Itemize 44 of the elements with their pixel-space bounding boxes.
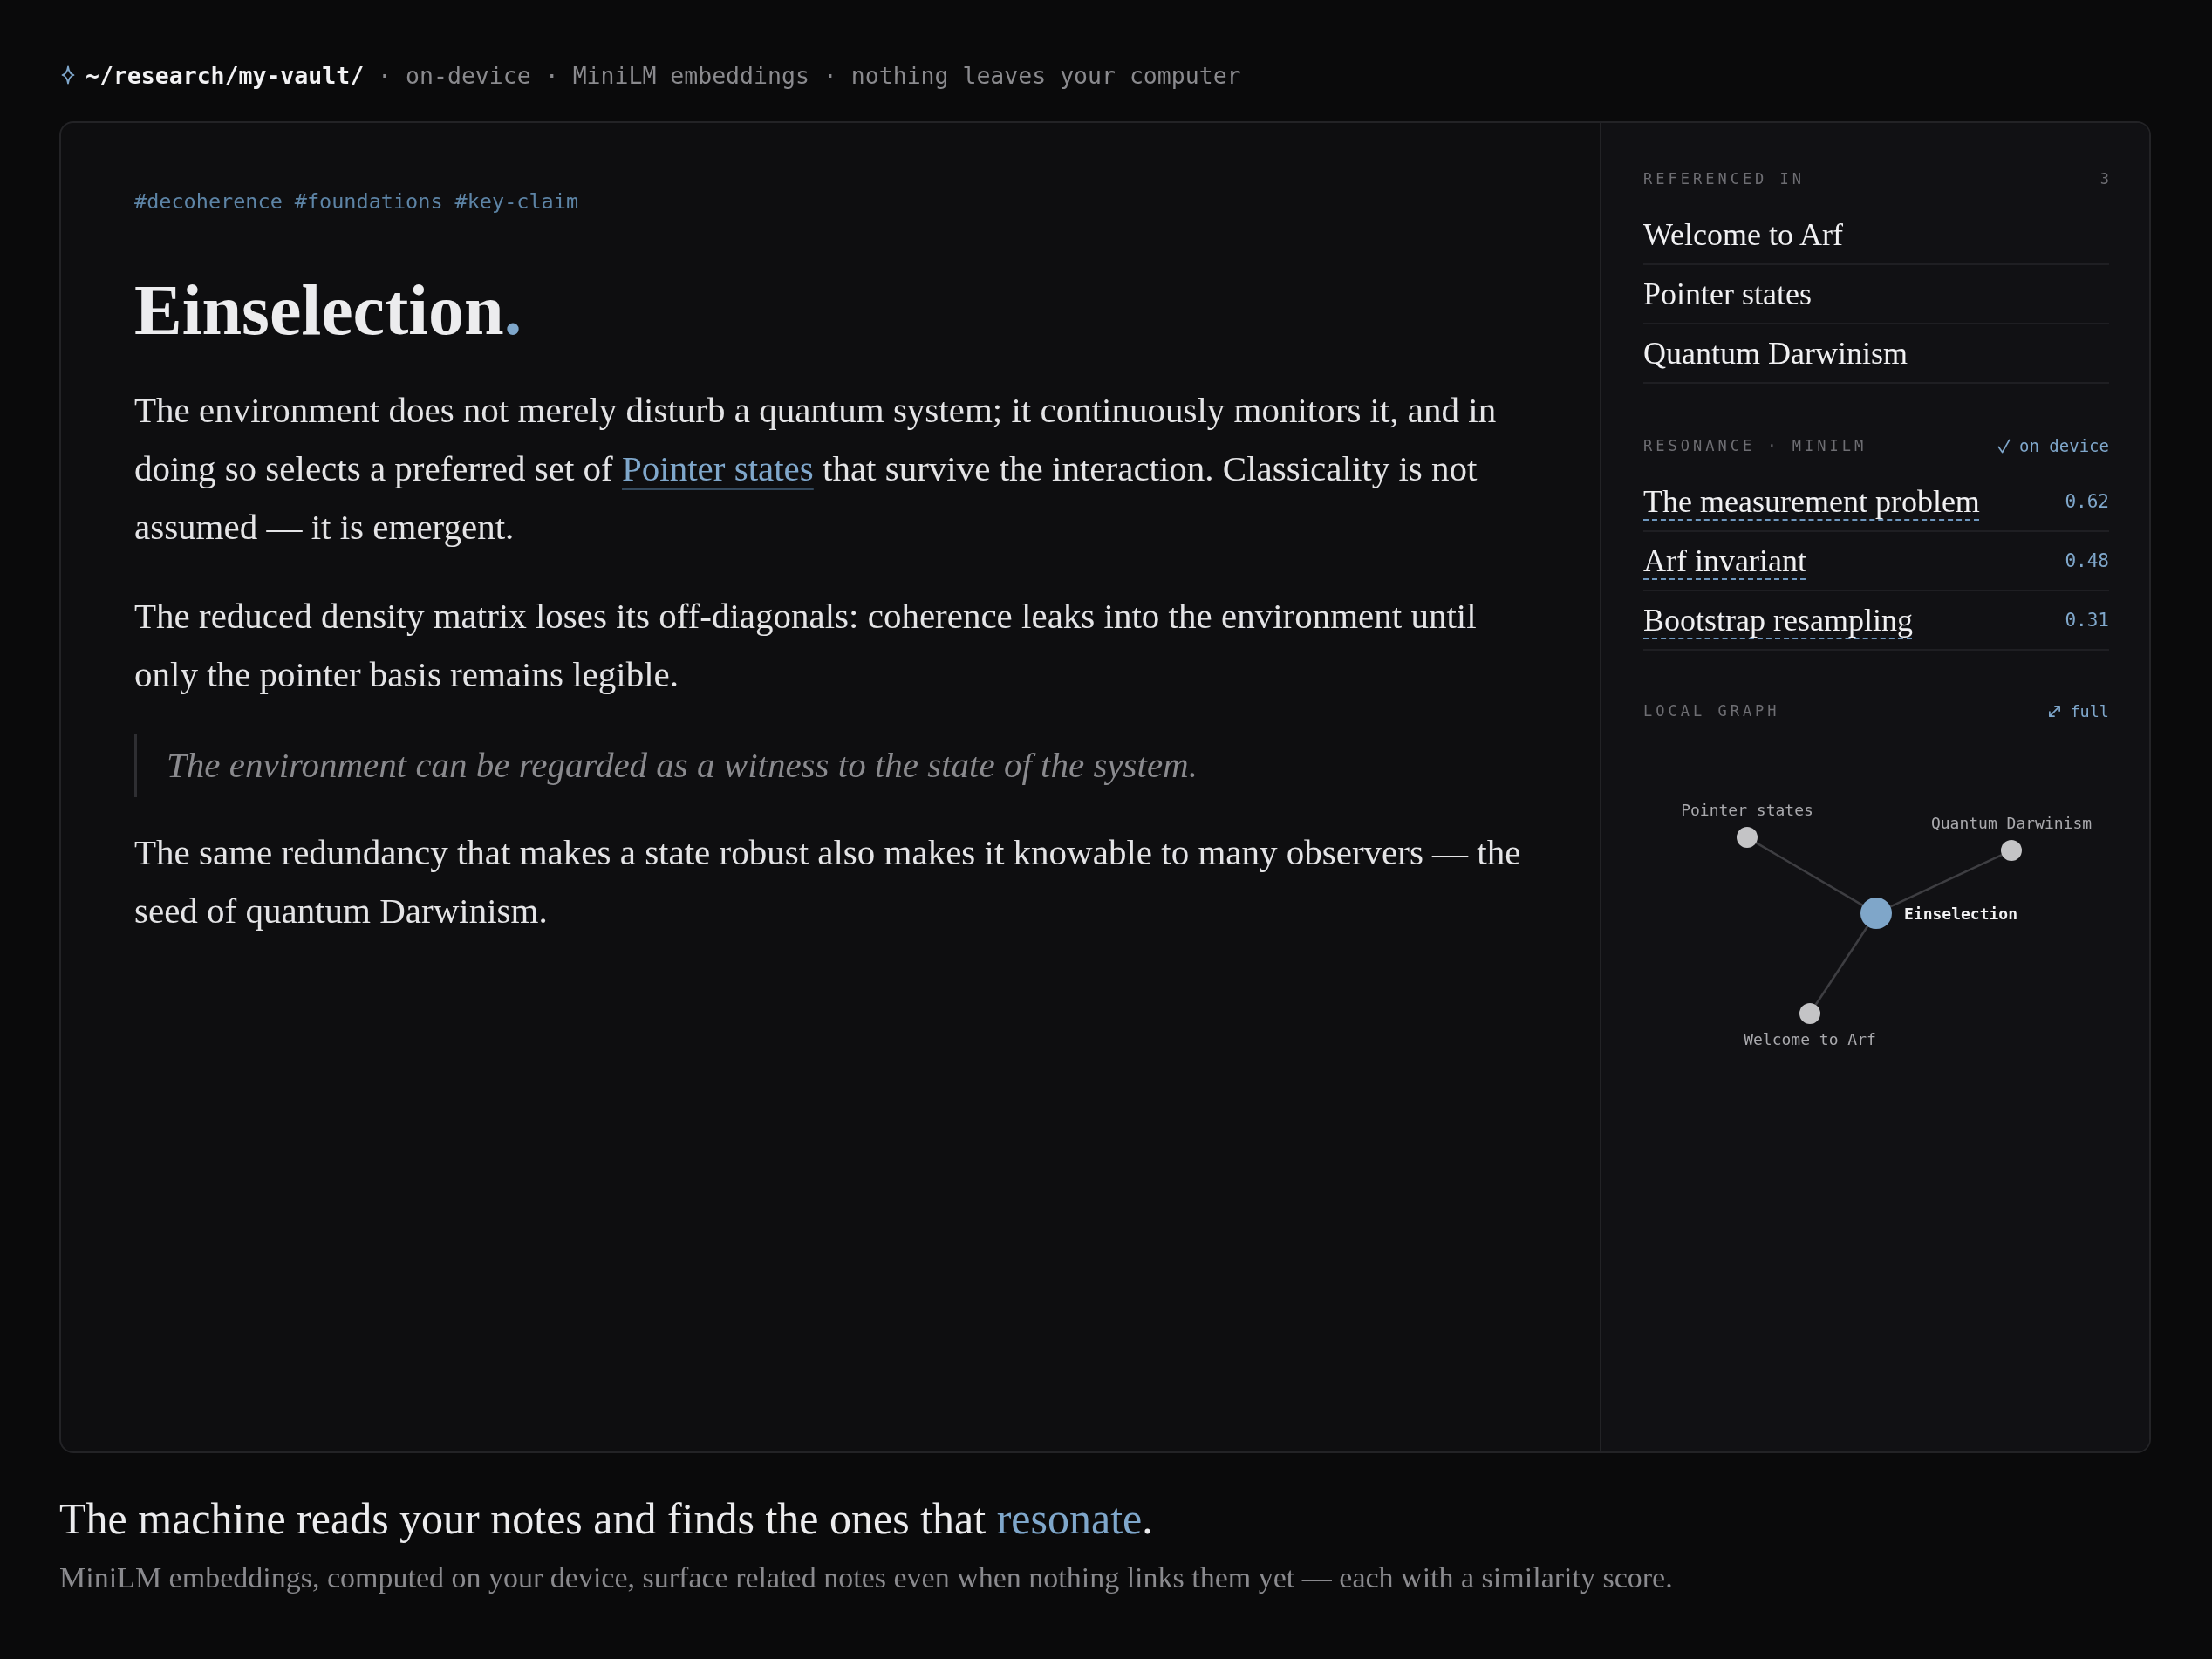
similarity-score: 0.62 xyxy=(2065,491,2109,512)
graph-node xyxy=(1860,898,1892,929)
graph-node xyxy=(2001,840,2022,861)
similarity-score: 0.48 xyxy=(2065,550,2109,571)
node-label: Einselection xyxy=(1904,905,2018,923)
separator-dot: · xyxy=(823,61,837,89)
note-tag[interactable]: #foundations xyxy=(294,188,443,215)
separator-dot: · xyxy=(378,61,393,89)
related-note-link[interactable]: Arf invariant xyxy=(1643,543,1806,579)
caption-text: MiniLM embeddings, computed on your device, surface related notes even when nothing links them yet — each with a similarity score. xyxy=(59,1560,1674,1595)
caption-headline: The machine reads your notes and finds the ones that resonate. xyxy=(59,1493,1154,1544)
similarity-score: 0.31 xyxy=(2065,610,2109,631)
sparkle-icon xyxy=(61,65,75,85)
check-icon xyxy=(1997,438,2011,454)
note-link[interactable]: Pointer states xyxy=(622,448,814,488)
expand-graph-link[interactable]: full xyxy=(2048,701,2109,720)
block-quote: The environment can be regarded as a witness to the state of the system. xyxy=(134,734,1525,797)
note-title: Einselection. xyxy=(134,274,523,347)
node-label: Welcome to Arf xyxy=(1744,1030,1876,1048)
related-note-link[interactable]: Bootstrap resampling xyxy=(1643,602,1913,638)
note-tag[interactable]: #decoherence xyxy=(134,188,283,215)
section-label: REFERENCED IN xyxy=(1643,170,1806,188)
graph-node xyxy=(1737,827,1758,848)
section-label: LOCAL GRAPH xyxy=(1643,702,1780,720)
header-meta-text: on-device xyxy=(406,61,531,89)
header-meta-text: nothing leaves your computer xyxy=(850,61,1241,89)
reference-count: 3 xyxy=(2099,170,2109,188)
expand-icon xyxy=(2048,704,2062,718)
backlink-item[interactable]: Pointer states xyxy=(1643,276,1812,312)
section-label: RESONANCE · MINILM xyxy=(1643,437,1867,454)
node-label: Pointer states xyxy=(1681,801,1813,819)
backlink-item[interactable]: Quantum Darwinism xyxy=(1643,335,1908,372)
vault-path: ~/research/my-vault/ xyxy=(85,61,365,89)
body-paragraph: The reduced density matrix loses its off-diagonals: coherence leaks into the environment until only the pointer basis remains legible. xyxy=(134,595,1478,696)
body-paragraph: The environment does not merely disturb a quantum system; it continuously monitors it, and in doing so selects a preferred set of Pointer states that survive the interaction. Classicality is not assumed — it is emergent. xyxy=(134,389,1498,549)
status-label: on device xyxy=(2019,436,2109,455)
backlink-item[interactable]: Welcome to Arf xyxy=(1643,216,1844,253)
node-label: Quantum Darwinism xyxy=(1930,814,2093,832)
body-paragraph: The same redundancy that makes a state robust also makes it knowable to many observers — the seed of quantum Darwinism. xyxy=(134,831,1521,932)
note-tag[interactable]: #key-claim xyxy=(454,188,579,215)
graph-node xyxy=(1799,1003,1820,1024)
header-meta-text: MiniLM embeddings xyxy=(572,61,809,89)
related-note-link[interactable]: The measurement problem xyxy=(1643,483,1980,520)
separator-dot: · xyxy=(544,61,559,89)
